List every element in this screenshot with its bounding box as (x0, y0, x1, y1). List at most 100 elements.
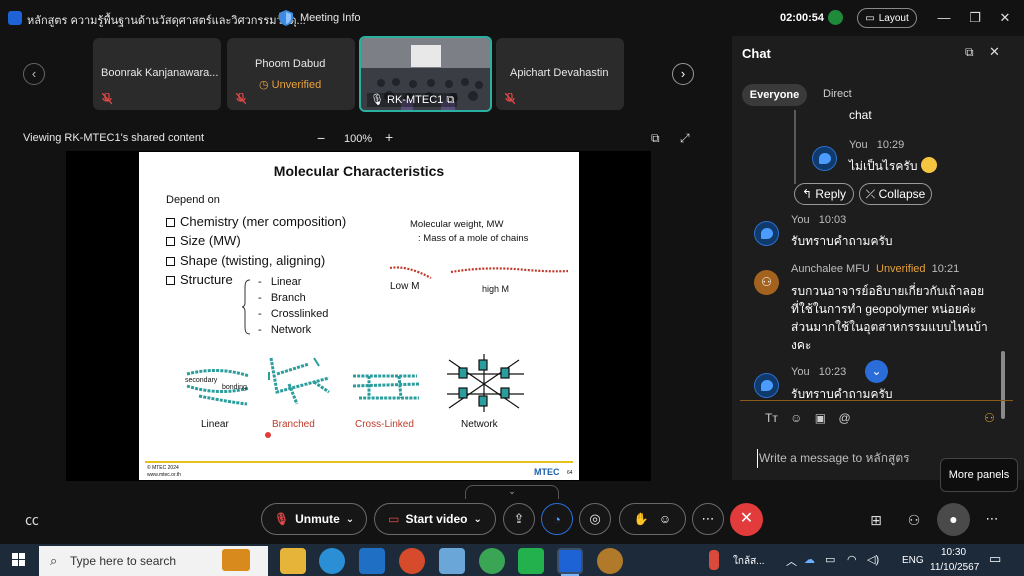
video-participant-label: 🎙 RK-MTEC1 ⧉ (367, 93, 458, 107)
tray-chevron-icon[interactable]: ︿ (786, 553, 797, 569)
mic-muted-icon: 🎙 (273, 512, 290, 526)
collapse-toolbar-handle[interactable]: ⌄ (465, 485, 559, 499)
restore-icon[interactable]: ❐ (967, 10, 983, 26)
avatar (754, 373, 779, 398)
webex-taskbar-icon[interactable] (557, 548, 583, 574)
meeting-info-link[interactable]: Meeting Info (300, 12, 361, 24)
taskbar-date[interactable]: 11/10/2567 (930, 562, 979, 573)
close-chat-icon[interactable]: ✕ (989, 44, 1000, 60)
emoji-icon[interactable]: ☺ (790, 411, 802, 425)
active-speaker-video[interactable]: 🎙 RK-MTEC1 ⧉ (359, 36, 492, 112)
network-signal-icon[interactable] (828, 10, 843, 25)
more-panels-button[interactable]: ⋯ (976, 503, 1008, 535)
message-meta: You 10:29 (849, 139, 905, 151)
shield-icon[interactable] (279, 10, 293, 26)
popout-share-icon[interactable]: ⧉ (651, 131, 660, 146)
reply-button[interactable]: ↰ Reply (794, 183, 854, 205)
participant-name: Boonrak Kanjanawara... (101, 67, 219, 79)
slide-footer-copyright: © MTEC 2024 (147, 465, 179, 471)
close-window-icon[interactable]: ✕ (997, 10, 1013, 26)
tab-everyone[interactable]: Everyone (742, 84, 807, 106)
mw-label: Molecular weight, MW (410, 219, 504, 230)
message-input[interactable]: Write a message to หลักสูตร (757, 449, 910, 468)
mail-icon[interactable] (359, 548, 385, 574)
zoom-out-button[interactable]: − (317, 130, 325, 146)
share-screen-icon[interactable]: ⇪ (503, 503, 535, 535)
apps-icon[interactable]: ⊞ (866, 510, 886, 530)
participant-name: Phoom Dabud (255, 58, 326, 70)
low-m-label: Low M (390, 281, 420, 292)
reactions-icon[interactable]: ☺ (659, 512, 671, 526)
more-panels-tooltip: More panels (940, 458, 1018, 492)
title-bar: หลักสูตร ความรู้พื้นฐานด้านวัสดุศาสตร์แล… (0, 0, 1024, 36)
raise-hand-icon[interactable]: ✋ (634, 512, 649, 526)
unmute-button[interactable]: 🎙 Unmute ⌄ (261, 503, 367, 535)
viewing-shared-content-label: Viewing RK-MTEC1's shared content (23, 132, 205, 144)
briefcase-app-icon[interactable] (222, 549, 250, 571)
strip-prev-button[interactable]: ‹ (23, 63, 45, 85)
network-icon[interactable]: ▭ (825, 553, 835, 566)
volume-icon[interactable]: ◁) (867, 553, 879, 566)
game-app-icon[interactable] (597, 548, 623, 574)
figure-label: Branched (272, 419, 315, 430)
chat-message-line: ส่วนมากใช้ในอุตสาหกรรมแบบไหนบ้า (791, 320, 988, 334)
text-format-icon[interactable]: Tт (765, 411, 778, 425)
strip-next-button[interactable]: › (672, 63, 694, 85)
taskbar-time[interactable]: 10:30 (941, 547, 966, 558)
chat-bubble-icon (761, 380, 773, 391)
participants-icon[interactable]: ⚇ (904, 510, 924, 530)
compose-toolbar: Tт ☺ ▣ @ (765, 411, 860, 425)
record-icon[interactable]: ◎ (579, 503, 611, 535)
scroll-to-latest-button[interactable]: ⌄ (865, 360, 888, 383)
participant-name: Apichart Devahastin (510, 67, 609, 79)
slide-footer-url: www.mtec.or.th (147, 472, 181, 478)
clock-warning-icon: ◷ (259, 79, 269, 91)
windows-start-icon[interactable] (12, 553, 26, 567)
minimize-icon[interactable]: — (936, 10, 952, 26)
tab-direct[interactable]: Direct (823, 88, 852, 100)
captions-icon[interactable]: ㏄ (22, 510, 42, 530)
chrome-profile-icon[interactable] (399, 548, 425, 574)
wifi-icon[interactable]: ◠ (847, 553, 857, 566)
edge-browser-icon[interactable] (319, 548, 345, 574)
unverified-badge: ◷ Unverified (259, 78, 321, 91)
mention-icon[interactable]: @ (838, 411, 850, 425)
chat-panel: Chat ⧉ ✕ Everyone Direct chat You 10:29 … (732, 36, 1024, 480)
recipient-icon[interactable]: ⚇ (984, 411, 995, 425)
leave-meeting-button[interactable]: ✕ (730, 503, 763, 536)
more-options-icon[interactable]: ⋯ (692, 503, 724, 535)
diagram-secondary-label: secondary (185, 377, 218, 384)
participant-tile[interactable]: Apichart Devahastin (496, 38, 624, 110)
collapse-button[interactable]: ⤫ Collapse (859, 183, 932, 205)
gif-icon[interactable]: ▣ (815, 411, 826, 425)
structure-type: - Network (258, 324, 312, 336)
zoom-in-button[interactable]: + (385, 129, 393, 145)
thermometer-icon[interactable] (709, 550, 719, 570)
diagram-bonding-label: bonding (222, 384, 247, 391)
mw-definition: : Mass of a mole of chains (418, 233, 529, 244)
notes-app-icon[interactable] (439, 548, 465, 574)
chat-panel-button[interactable]: ● (937, 503, 970, 536)
layout-button[interactable]: ▭ Layout (857, 8, 917, 28)
laser-pointer-dot (265, 432, 271, 438)
participant-tile[interactable]: Phoom Dabud ◷ Unverified (227, 38, 355, 110)
fullscreen-icon[interactable]: ⤢ (680, 131, 690, 146)
onedrive-icon[interactable]: ☁ (804, 553, 815, 566)
popout-chat-icon[interactable]: ⧉ (965, 45, 974, 60)
notification-icon[interactable]: ▭ (989, 551, 1001, 567)
start-video-button[interactable]: ▭ Start video ⌄ (374, 503, 496, 535)
file-explorer-icon[interactable] (280, 548, 306, 574)
ai-assistant-icon[interactable]: ◔ (541, 503, 573, 535)
layout-label: Layout (878, 12, 909, 24)
language-indicator[interactable]: ENG (902, 555, 924, 566)
figure-label: Network (461, 419, 498, 430)
line-app-icon[interactable] (518, 548, 544, 574)
participant-tile[interactable]: Boonrak Kanjanawara... (93, 38, 221, 110)
slide-bullet: Size (MW) (166, 233, 241, 248)
screen-share-icon: ⧉ (446, 94, 455, 106)
figure-label: Linear (201, 419, 229, 430)
slide-footer-line (145, 461, 573, 463)
reactions-group[interactable]: ✋ ☺ (619, 503, 686, 535)
weather-text[interactable]: ใกล้ส... (733, 554, 765, 569)
chrome-icon[interactable] (479, 548, 505, 574)
